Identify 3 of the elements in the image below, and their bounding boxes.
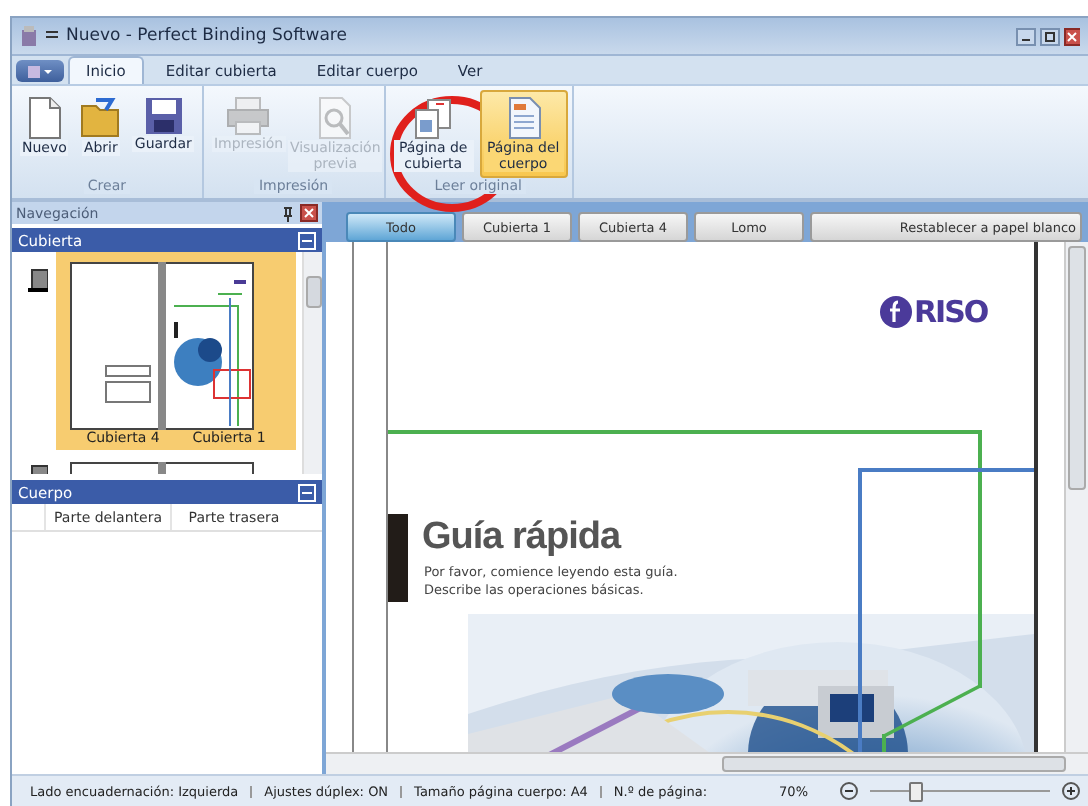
logo-text: RISO: [914, 294, 988, 330]
window-title: Nuevo - Perfect Binding Software: [66, 26, 349, 46]
document-heading: Guía rápida: [422, 516, 621, 560]
